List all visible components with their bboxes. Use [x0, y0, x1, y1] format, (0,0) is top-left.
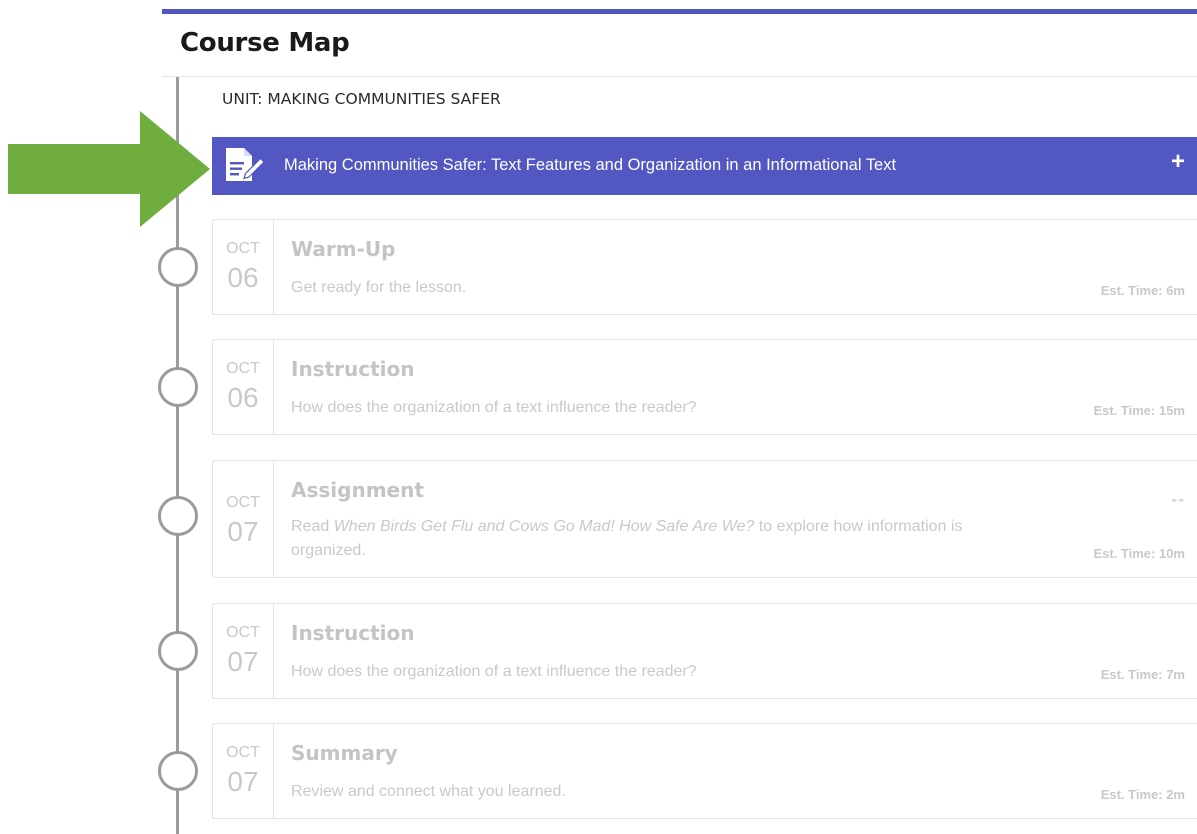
- activity-card-instruction[interactable]: OCT 07 Instruction How does the organiza…: [212, 603, 1197, 699]
- activity-description: Read When Birds Get Flu and Cows Go Mad!…: [291, 515, 991, 563]
- activity-title: Instruction: [291, 357, 415, 381]
- activity-description: How does the organization of a text infl…: [291, 663, 697, 680]
- activity-description: How does the organization of a text infl…: [291, 399, 697, 416]
- activity-month: OCT: [226, 494, 260, 511]
- activity-date: OCT 07: [213, 724, 274, 818]
- timeline-node: [158, 367, 198, 407]
- activity-card-instruction[interactable]: OCT 06 Instruction How does the organiza…: [212, 339, 1197, 435]
- activity-card-warm-up[interactable]: OCT 06 Warm-Up Get ready for the lesson.…: [212, 219, 1197, 315]
- activity-description: Review and connect what you learned.: [291, 783, 566, 800]
- activity-day: 07: [227, 516, 259, 547]
- activity-day: 06: [227, 382, 259, 413]
- timeline-node: [158, 496, 198, 536]
- activity-est-time: Est. Time: 6m: [1100, 283, 1185, 298]
- timeline-node: [158, 247, 198, 287]
- activity-date: OCT 07: [213, 604, 274, 698]
- activity-day: 07: [227, 766, 259, 797]
- expand-plus-icon[interactable]: +: [1171, 150, 1185, 174]
- lesson-title: Making Communities Safer: Text Features …: [284, 156, 897, 174]
- description-book-title: When Birds Get Flu and Cows Go Mad! How …: [333, 518, 755, 535]
- lesson-header-bar[interactable]: Making Communities Safer: Text Features …: [212, 137, 1197, 195]
- header-divider: [162, 76, 1197, 77]
- document-edit-icon: [226, 148, 265, 181]
- activity-title: Assignment: [291, 478, 424, 502]
- top-accent-bar: [162, 9, 1197, 14]
- green-arrow-icon: [8, 111, 210, 227]
- activity-title: Summary: [291, 741, 398, 765]
- activity-score-placeholder: --: [1171, 489, 1185, 509]
- page-title: Course Map: [180, 28, 350, 58]
- activity-month: OCT: [226, 240, 260, 257]
- activity-card-summary[interactable]: OCT 07 Summary Review and connect what y…: [212, 723, 1197, 819]
- activity-day: 06: [227, 262, 259, 293]
- activity-est-time: Est. Time: 15m: [1093, 403, 1185, 418]
- activity-date: OCT 06: [213, 340, 274, 434]
- activity-est-time: Est. Time: 7m: [1100, 667, 1185, 682]
- activity-month: OCT: [226, 624, 260, 641]
- timeline-node: [158, 751, 198, 791]
- activity-title: Warm-Up: [291, 237, 396, 261]
- activity-day: 07: [227, 646, 259, 677]
- description-prefix: Read: [291, 518, 334, 535]
- activity-month: OCT: [226, 360, 260, 377]
- activity-est-time: Est. Time: 10m: [1093, 546, 1185, 561]
- activity-month: OCT: [226, 744, 260, 761]
- activity-est-time: Est. Time: 2m: [1100, 787, 1185, 802]
- timeline-node: [158, 631, 198, 671]
- activity-card-assignment[interactable]: OCT 07 Assignment Read When Birds Get Fl…: [212, 460, 1197, 578]
- activity-date: OCT 07: [213, 461, 274, 577]
- unit-title: UNIT: MAKING COMMUNITIES SAFER: [222, 90, 501, 108]
- activity-date: OCT 06: [213, 220, 274, 314]
- activity-description: Get ready for the lesson.: [291, 279, 467, 296]
- activity-title: Instruction: [291, 621, 415, 645]
